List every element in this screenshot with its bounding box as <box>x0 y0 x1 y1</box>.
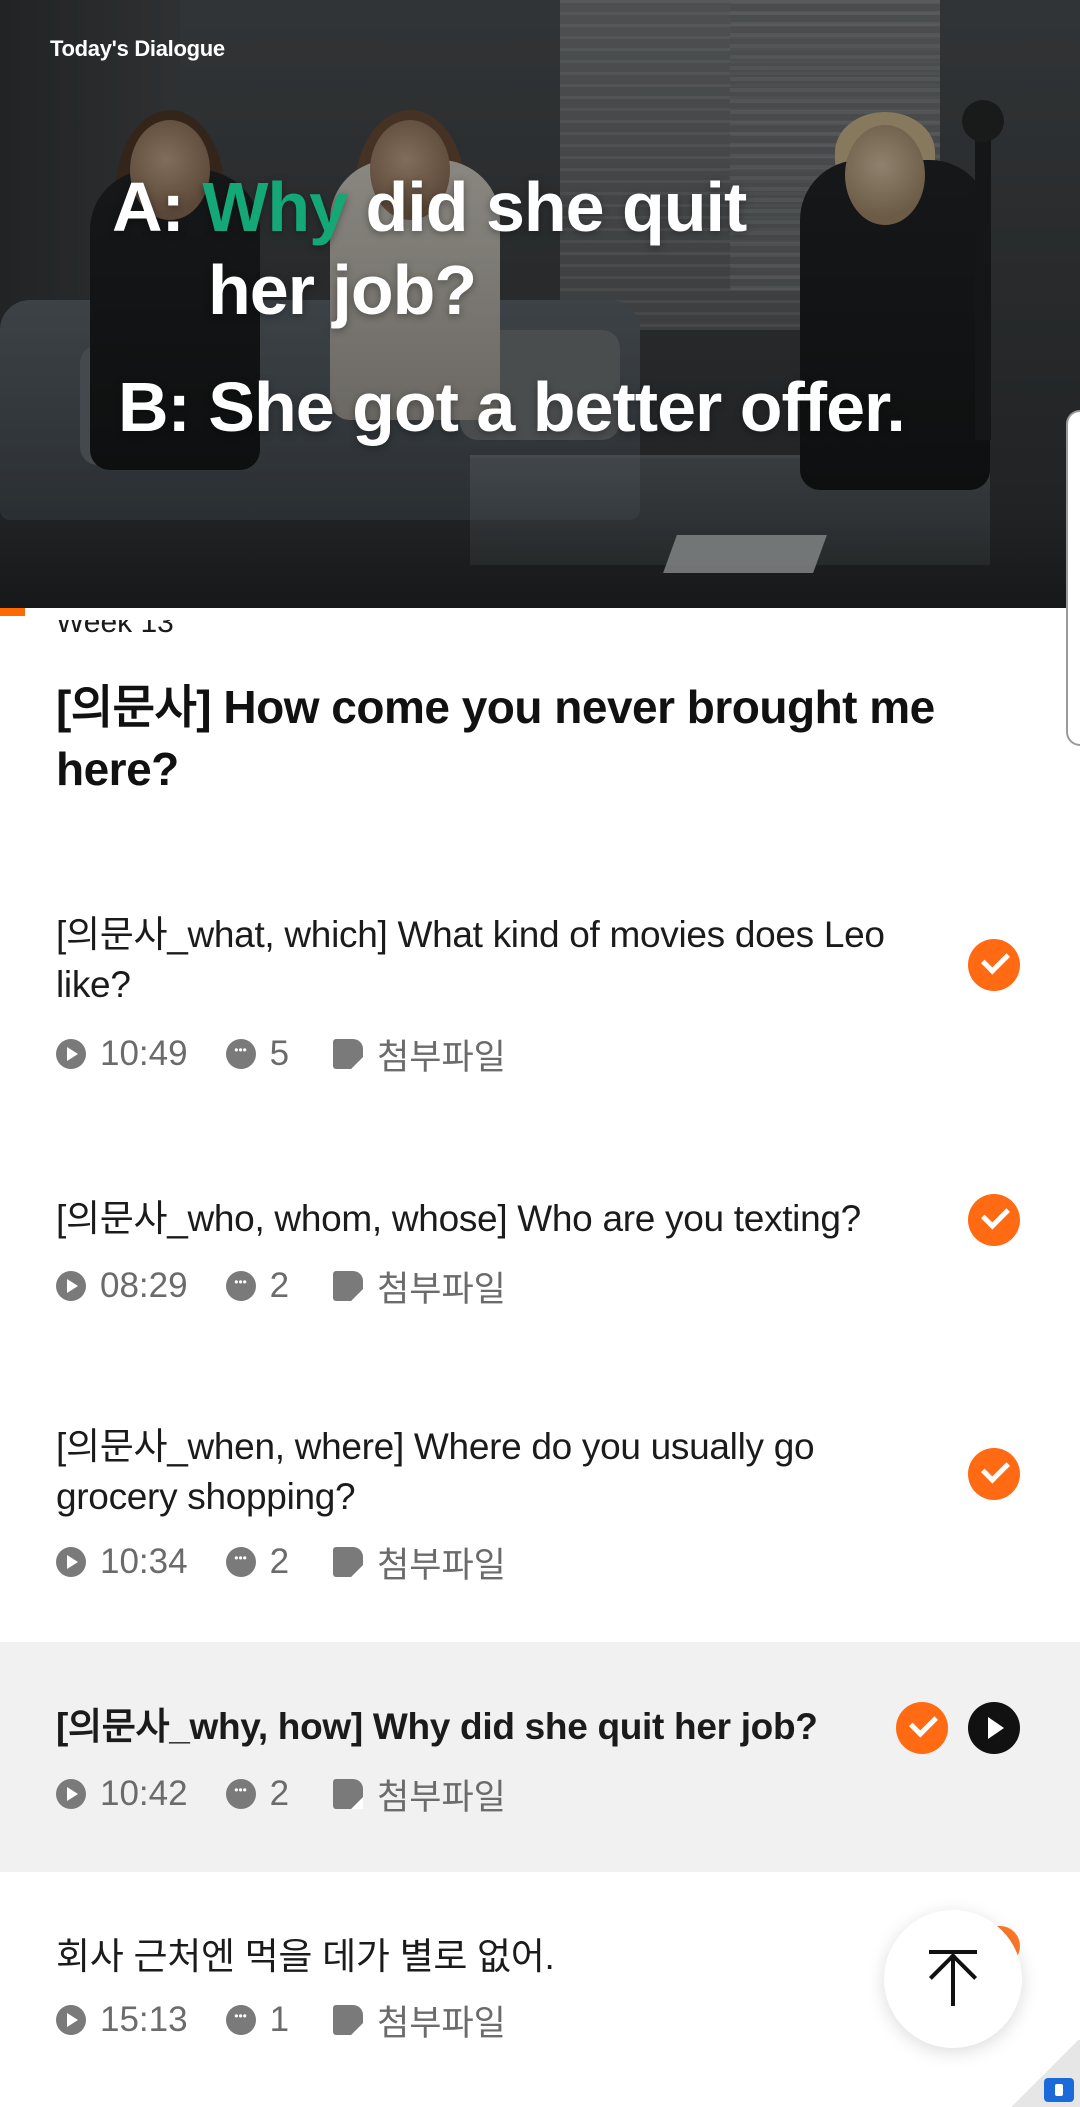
check-circle-icon <box>896 1702 948 1754</box>
lesson-title: [의문사_when, where] Where do you usually g… <box>56 1426 815 1517</box>
lesson-duration: 15:13 <box>100 2000 188 2039</box>
dialogue-line-a: A: Why did she quit <box>112 172 747 242</box>
file-icon <box>333 1547 364 1577</box>
file-icon <box>333 1779 364 1809</box>
check-circle-icon <box>968 1448 1020 1500</box>
week-label-text: Week 13 <box>56 620 174 639</box>
scroll-to-top-button[interactable] <box>884 1910 1022 2048</box>
lesson-duration: 08:29 <box>100 1266 188 1305</box>
lesson-duration: 10:42 <box>100 1774 188 1813</box>
lesson-duration: 10:34 <box>100 1542 188 1581</box>
lesson-meta: 15:13 1 첨부파일 <box>56 2000 506 2043</box>
lesson-attachment-link[interactable]: 첨부파일 <box>377 1029 506 1080</box>
lesson-title: [의문사_why, how] Why did she quit her job? <box>56 1706 818 1747</box>
video-overlay <box>0 0 1080 608</box>
lesson-item[interactable]: [의문사_who, whom, whose] Who are you texti… <box>0 1186 1080 1336</box>
lesson-comment-count: 2 <box>269 1774 290 1813</box>
lesson-title: 회사 근처엔 먹을 데가 별로 없어. <box>56 1936 555 1977</box>
chat-bubble-icon <box>225 2005 256 2035</box>
dialogue-line-a-text: did she quit <box>347 168 748 246</box>
lesson-comment-count: 2 <box>269 1542 290 1581</box>
lesson-attachment-link[interactable]: 첨부파일 <box>377 1537 506 1588</box>
bookmark-badge-icon <box>1044 2078 1074 2102</box>
lesson-meta: 10:49 5 첨부파일 <box>56 1034 506 1077</box>
play-circle-icon <box>56 1039 86 1069</box>
file-icon <box>333 2005 364 2035</box>
lesson-meta: 08:29 2 첨부파일 <box>56 1266 506 1309</box>
arrow-up-icon-stem <box>951 1956 955 2006</box>
dialogue-line-a-continued: her job? <box>208 251 477 329</box>
video-label: Today's Dialogue <box>50 36 225 61</box>
lesson-item[interactable]: [의문사_when, where] Where do you usually g… <box>0 1412 1080 1612</box>
file-icon <box>333 1039 364 1069</box>
lesson-duration: 10:49 <box>100 1034 188 1073</box>
chat-bubble-icon <box>225 1547 256 1577</box>
video-progress-bar[interactable] <box>0 608 1080 616</box>
week-label: Week 13 <box>56 620 174 642</box>
lesson-attachment-link[interactable]: 첨부파일 <box>377 1995 506 2046</box>
video-progress-fill <box>0 608 25 616</box>
lesson-comment-count: 5 <box>269 1034 290 1073</box>
play-circle-icon <box>56 2005 86 2035</box>
lesson-attachment-link[interactable]: 첨부파일 <box>377 1261 506 1312</box>
dialogue-highlight-word: Why <box>202 168 348 246</box>
file-icon <box>333 1271 364 1301</box>
dialogue-line-b: B: She got a better offer. <box>118 368 906 446</box>
play-circle-icon <box>56 1779 86 1809</box>
play-circle-icon <box>56 1547 86 1577</box>
lesson-title: [의문사_what, which] What kind of movies do… <box>56 914 885 1005</box>
check-circle-icon <box>968 1194 1020 1246</box>
lesson-item-current[interactable]: [의문사_why, how] Why did she quit her job?… <box>0 1642 1080 1872</box>
lesson-item[interactable]: [의문사_what, which] What kind of movies do… <box>0 896 1080 1116</box>
lesson-comment-count: 2 <box>269 1266 290 1305</box>
video-player[interactable]: Today's Dialogue A: Why did she quit her… <box>0 0 1080 608</box>
chat-bubble-icon <box>225 1271 256 1301</box>
play-circle-icon <box>56 1271 86 1301</box>
lesson-attachment-link[interactable]: 첨부파일 <box>377 1769 506 1820</box>
play-icon[interactable] <box>968 1702 1020 1754</box>
check-circle-icon <box>968 939 1020 991</box>
lesson-comment-count: 1 <box>269 2000 290 2039</box>
lesson-meta: 10:34 2 첨부파일 <box>56 1542 506 1585</box>
chat-bubble-icon <box>225 1039 256 1069</box>
side-drawer-handle[interactable] <box>1066 410 1080 746</box>
lesson-title: [의문사_who, whom, whose] Who are you texti… <box>56 1198 861 1239</box>
lesson-meta: 10:42 2 첨부파일 <box>56 1774 506 1817</box>
chat-bubble-icon <box>225 1779 256 1809</box>
dialogue-speaker-a: A: <box>112 168 203 246</box>
course-title: [의문사] How come you never brought me here… <box>56 681 935 795</box>
